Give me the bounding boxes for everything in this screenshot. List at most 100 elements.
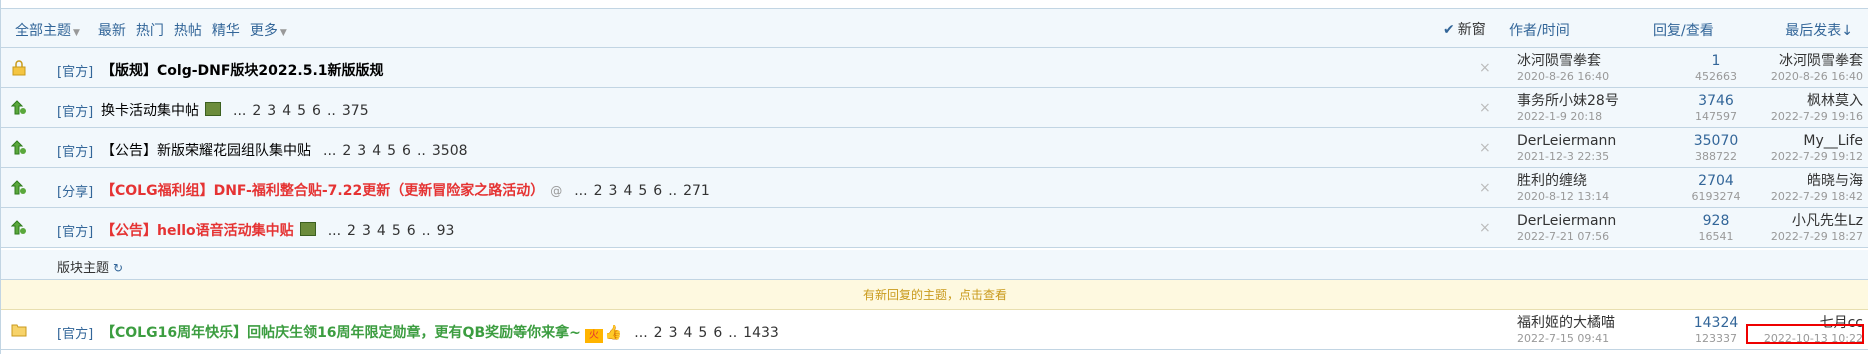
reply-count[interactable]: 35070 [1671,133,1761,149]
thread-title[interactable]: 【版规】Colg-DNF版块2022.5.1新版版规 [101,63,384,79]
table-row: [官方] 【公告】新版荣耀花园组队集中贴... 2 3 4 5 6.. 3508 × Der… [1,128,1868,168]
page-link[interactable]: 4 [282,103,291,119]
page-link[interactable]: 2 [342,143,351,159]
page-link: .. [416,143,426,159]
page-link[interactable]: 3 [267,103,276,119]
pin-icon [11,140,26,155]
page-link[interactable]: 5 [392,223,401,239]
reply-count[interactable]: 1 [1671,53,1761,69]
page-link[interactable]: 1433 [743,325,779,341]
thread-stats: 35070 388722 [1671,133,1761,165]
thread-category[interactable]: [官方] [57,221,93,240]
close-icon[interactable]: × [1479,60,1491,76]
new-replies-notice[interactable]: 有新回复的主题，点击查看 [1,280,1868,310]
last-post: 皓晓与海 2022-7-29 18:42 [1771,173,1863,205]
page-link[interactable]: 375 [342,103,369,119]
filter-more[interactable]: 更多 ▼ [250,20,287,40]
page-link: .. [421,223,431,239]
last-post-user[interactable]: 小凡先生Lz [1771,213,1863,229]
page-link[interactable]: 4 [623,183,632,199]
author-name[interactable]: DerLeiermann [1517,213,1616,229]
page-link[interactable]: 6 [312,103,321,119]
reply-count[interactable]: 3746 [1671,93,1761,109]
filter-hot-posts[interactable]: 热帖 [174,20,202,40]
page-link[interactable]: 3 [362,223,371,239]
last-post-time[interactable]: 2022-7-29 18:42 [1771,189,1863,205]
thread-category[interactable]: [官方] [57,101,93,120]
page-link[interactable]: 3508 [432,143,468,159]
page-link[interactable]: 2 [347,223,356,239]
page-link[interactable]: 5 [297,103,306,119]
table-row: [官方] 换卡活动集中帖 ... 2 3 4 5 6.. 375 × 事务所小妹28号 2022… [1,88,1868,128]
thread-author: 冰河陨雪拳套 2020-8-26 16:40 [1517,53,1609,85]
thumbs-up-icon: 👍 [604,325,623,341]
thread-category[interactable]: [官方] [57,141,93,160]
page-link[interactable]: 5 [387,143,396,159]
last-post-user[interactable]: My__Life [1771,133,1863,149]
close-icon[interactable]: × [1479,220,1491,236]
highlight-annotation-box [1746,324,1864,344]
last-post-user[interactable]: 枫林莫入 [1771,93,1863,109]
close-icon[interactable]: × [1479,100,1491,116]
all-topics-filter[interactable]: 全部主题 ▼ [15,20,80,40]
filter-digest[interactable]: 精华 [212,20,240,40]
thread-title-row: 【COLG福利组】DNF-福利整合贴-7.22更新（更新冒险家之路活动） @...… [101,180,710,200]
page-link[interactable]: 2 [252,103,261,119]
page-link[interactable]: 6 [402,143,411,159]
page-link[interactable]: 4 [377,223,386,239]
filter-hot[interactable]: 热门 [136,20,164,40]
table-row: [官方] 【版规】Colg-DNF版块2022.5.1新版版规 × 冰河陨雪拳套… [1,48,1868,88]
thread-title[interactable]: 【公告】新版荣耀花园组队集中贴 [101,143,311,159]
filter-newest[interactable]: 最新 [98,20,126,40]
new-window-toggle[interactable]: ✔ 新窗 [1443,19,1486,39]
page-link[interactable]: 2 [654,325,663,341]
view-count: 147597 [1695,110,1737,123]
page-link: ... [327,223,342,239]
close-icon[interactable]: × [1479,140,1491,156]
page-link[interactable]: 271 [683,183,710,199]
author-name[interactable]: 事务所小妹28号 [1517,93,1619,109]
thread-category[interactable]: [官方] [57,61,93,80]
reply-count[interactable]: 2704 [1671,173,1761,189]
last-post-time[interactable]: 2022-7-29 19:12 [1771,149,1863,165]
page-link[interactable]: 6 [653,183,662,199]
last-post-time[interactable]: 2020-8-26 16:40 [1771,69,1863,85]
page-link[interactable]: 3 [669,325,678,341]
page-link[interactable]: 6 [407,223,416,239]
page-link[interactable]: 5 [698,325,707,341]
page-link[interactable]: 3 [357,143,366,159]
author-name[interactable]: DerLeiermann [1517,133,1616,149]
chevron-down-icon: ▼ [279,28,287,38]
author-time-column-header[interactable]: 作者/时间 [1509,20,1570,40]
last-post-column-header[interactable]: 最后发表↓ [1785,20,1853,40]
thread-category[interactable]: [分享] [57,181,93,200]
author-name[interactable]: 胜利的缠绕 [1517,173,1609,189]
page-link[interactable]: 3 [609,183,618,199]
table-row: [官方] 【公告】hello语音活动集中贴... 2 3 4 5 6.. 93 × DerL… [1,208,1868,248]
thread-category[interactable]: [官方] [57,323,93,342]
page-link[interactable]: 4 [372,143,381,159]
refresh-icon[interactable]: ↻ [113,261,123,275]
thread-title[interactable]: 换卡活动集中帖 [101,103,199,119]
last-post-time[interactable]: 2022-7-29 18:27 [1771,229,1863,245]
reply-count[interactable]: 928 [1671,213,1761,229]
thread-title[interactable]: 【公告】hello语音活动集中贴 [101,223,294,239]
page-link[interactable]: 4 [684,325,693,341]
thread-author: 胜利的缠绕 2020-8-12 13:14 [1517,173,1609,205]
last-post-user[interactable]: 皓晓与海 [1771,173,1863,189]
author-name[interactable]: 福利姬的大橘喵 [1517,315,1615,331]
page-link[interactable]: 93 [437,223,455,239]
page-link[interactable]: 2 [594,183,603,199]
last-post-user[interactable]: 冰河陨雪拳套 [1771,53,1863,69]
thread-title[interactable]: 【COLG福利组】DNF-福利整合贴-7.22更新（更新冒险家之路活动） [101,183,544,199]
close-icon[interactable]: × [1479,180,1491,196]
page-link[interactable]: 5 [638,183,647,199]
last-post-time[interactable]: 2022-7-29 19:16 [1771,109,1863,125]
thread-title[interactable]: 【COLG16周年快乐】回帖庆生领16周年限定勋章，更有QB奖励等你来拿~ [101,325,581,341]
page-link[interactable]: 6 [713,325,722,341]
author-name[interactable]: 冰河陨雪拳套 [1517,53,1609,69]
thread-pagination: ... 2 3 4 5 6.. 375 [227,103,369,119]
thread-title-row: 【公告】hello语音活动集中贴... 2 3 4 5 6.. 93 [101,220,454,240]
thread-pagination: ... 2 3 4 5 6.. 3508 [317,143,468,159]
reply-view-column-header[interactable]: 回复/查看 [1653,20,1714,40]
